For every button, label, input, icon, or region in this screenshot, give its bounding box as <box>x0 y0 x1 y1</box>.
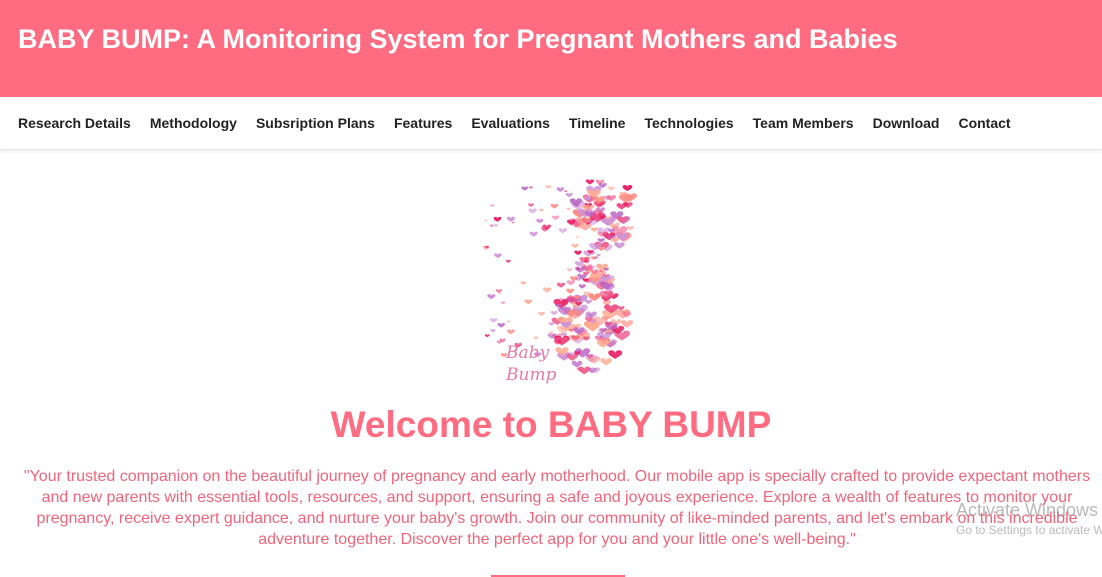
nav-team-members[interactable]: Team Members <box>753 115 854 131</box>
heart-shape <box>596 253 601 257</box>
heart-shape <box>538 311 545 317</box>
heart-shape <box>505 259 511 263</box>
heart-shape <box>533 336 539 340</box>
logo-text-bump: Bump <box>505 365 557 385</box>
heart-shape <box>524 299 533 305</box>
heart-shape <box>585 179 595 185</box>
welcome-heading: Welcome to BABY BUMP <box>330 404 772 445</box>
heart-shape <box>529 231 538 237</box>
heart-shape <box>566 288 575 294</box>
heart-shape <box>600 358 612 366</box>
heart-shape <box>550 203 559 209</box>
heart-shape <box>590 227 598 232</box>
nav-methodology[interactable]: Methodology <box>150 115 237 131</box>
heart-shape <box>548 322 555 326</box>
heart-shape <box>608 228 615 233</box>
nav-subscription-plans[interactable]: Subsription Plans <box>256 115 375 131</box>
heart-shape <box>536 218 544 224</box>
heart-shape <box>494 253 502 259</box>
heart-shape <box>528 186 533 189</box>
baby-bump-logo: Baby Bump <box>482 179 638 385</box>
site-header: BABY BUMP: A Monitoring System for Pregn… <box>0 0 1102 97</box>
heart-shape <box>556 187 565 193</box>
heart-shape <box>571 360 583 368</box>
heart-shape <box>622 185 633 192</box>
heart-shape <box>607 186 615 191</box>
heart-shape <box>565 192 573 198</box>
heart-shape <box>490 329 496 333</box>
heart-shape <box>575 236 580 239</box>
heart-shape <box>578 366 591 375</box>
heart-shape <box>496 340 503 344</box>
heart-shape <box>566 280 575 286</box>
heart-shape <box>626 226 634 231</box>
heart-shape <box>500 301 506 305</box>
nav-timeline[interactable]: Timeline <box>569 115 626 131</box>
heart-shape <box>584 299 593 305</box>
site-title: BABY BUMP: A Monitoring System for Pregn… <box>18 24 898 54</box>
heart-shape <box>493 216 502 222</box>
heart-shape <box>487 294 496 300</box>
heart-shape <box>566 207 571 211</box>
heart-shape <box>490 204 495 207</box>
nav-download[interactable]: Download <box>873 115 940 131</box>
nav-technologies[interactable]: Technologies <box>644 115 733 131</box>
heart-shape <box>539 208 544 212</box>
heart-shape <box>556 282 566 288</box>
heart-shape <box>552 215 560 221</box>
heart-shape <box>614 330 631 341</box>
heart-shape <box>528 203 534 207</box>
heart-shape <box>484 219 488 222</box>
nav-contact[interactable]: Contact <box>958 115 1010 131</box>
heart-shape <box>614 242 625 249</box>
heart-shape <box>494 224 498 227</box>
heart-shape <box>497 323 506 328</box>
heart-shape <box>566 268 573 272</box>
logo-text-baby: Baby <box>505 343 550 363</box>
heart-shape <box>484 334 490 338</box>
heart-shape <box>507 329 515 335</box>
nav-list: Research Details Methodology Subsription… <box>18 115 1030 131</box>
heart-shape <box>564 190 568 193</box>
heart-shape <box>497 292 502 295</box>
heart-shape <box>506 320 511 323</box>
heart-shape <box>520 281 526 285</box>
heart-shape <box>528 208 537 214</box>
heart-shape <box>521 186 529 191</box>
main-nav: Research Details Methodology Subsription… <box>0 97 1102 150</box>
nav-research-details[interactable]: Research Details <box>18 115 131 131</box>
heart-shape <box>608 350 623 360</box>
heart-shape <box>578 284 586 289</box>
heart-shape <box>545 185 552 189</box>
heart-shape <box>575 277 581 282</box>
heart-shape <box>542 287 552 293</box>
heart-shape <box>574 250 582 256</box>
heart-shape <box>511 221 515 224</box>
intro-paragraph: "Your trusted companion on the beautiful… <box>23 468 1091 548</box>
nav-evaluations[interactable]: Evaluations <box>471 115 550 131</box>
heart-shape <box>489 318 498 323</box>
heart-shape <box>571 243 579 249</box>
nav-features[interactable]: Features <box>394 115 452 131</box>
heart-shape <box>506 216 515 222</box>
heart-shape <box>558 228 568 234</box>
heart-shape <box>550 310 558 316</box>
heart-shape <box>489 224 494 228</box>
